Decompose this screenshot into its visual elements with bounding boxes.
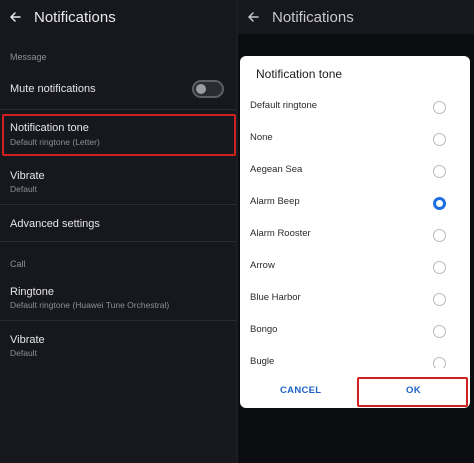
section-label-message: Message [10, 52, 47, 62]
mute-notifications-toggle[interactable] [192, 80, 224, 98]
ringtone-row[interactable]: Ringtone Default ringtone (Huawei Tune O… [0, 278, 236, 318]
app-bar: Notifications [0, 0, 236, 34]
tone-option-label: Default ringtone [250, 100, 318, 111]
advanced-settings-title: Advanced settings [10, 218, 100, 230]
radio-button[interactable] [433, 229, 446, 242]
tone-option[interactable]: Alarm Beep [240, 188, 470, 218]
tone-option-label: None [250, 132, 273, 143]
vibrate-value: Default [10, 184, 37, 194]
divider [0, 320, 236, 321]
radio-button[interactable] [433, 293, 446, 306]
ringtone-title: Ringtone [10, 286, 55, 298]
notification-tone-dialog: Notification tone Default ringtone None … [240, 56, 470, 408]
call-vibrate-value: Default [10, 348, 37, 358]
call-vibrate-title: Vibrate [10, 334, 45, 346]
tone-option-label: Alarm Rooster [250, 228, 311, 239]
divider [0, 109, 236, 110]
tone-option-label: Arrow [250, 260, 275, 271]
vibrate-title: Vibrate [10, 170, 45, 182]
ringtone-value: Default ringtone (Huawei Tune Orchestral… [10, 300, 170, 310]
tone-option-label: Alarm Beep [250, 196, 300, 207]
advanced-settings-row[interactable]: Advanced settings [0, 208, 236, 240]
tone-option[interactable]: Bugle [240, 348, 470, 368]
highlight-box-ok [357, 377, 468, 407]
notifications-screen-left: Notifications Message Mute notifications… [0, 0, 236, 463]
tone-option[interactable]: Blue Harbor [240, 284, 470, 314]
page-title: Notifications [34, 8, 116, 26]
radio-button[interactable] [433, 165, 446, 178]
tone-option[interactable]: Aegean Sea [240, 156, 470, 186]
back-arrow-icon[interactable] [246, 10, 260, 24]
call-vibrate-row[interactable]: Vibrate Default [0, 326, 236, 366]
divider [0, 204, 236, 205]
radio-button-selected[interactable] [433, 197, 446, 210]
radio-button[interactable] [433, 261, 446, 274]
dialog-title: Notification tone [256, 67, 343, 81]
mute-notifications-label: Mute notifications [10, 83, 96, 95]
app-bar: Notifications [238, 0, 474, 34]
tone-option[interactable]: Arrow [240, 252, 470, 282]
mute-notifications-row[interactable]: Mute notifications [0, 72, 236, 108]
radio-button[interactable] [433, 325, 446, 338]
tone-option-label: Blue Harbor [250, 292, 301, 303]
highlight-box-notification-tone [2, 114, 236, 156]
toggle-knob [196, 84, 206, 94]
tone-option-label: Bongo [250, 324, 278, 335]
divider [0, 241, 236, 242]
radio-button[interactable] [433, 133, 446, 146]
tone-option[interactable]: None [240, 124, 470, 154]
cancel-button[interactable]: CANCEL [280, 385, 321, 396]
page-title: Notifications [272, 8, 354, 26]
section-label-call: Call [10, 259, 26, 269]
tone-option[interactable]: Bongo [240, 316, 470, 346]
radio-button[interactable] [433, 101, 446, 114]
radio-button[interactable] [433, 357, 446, 368]
tone-option-label: Bugle [250, 356, 275, 367]
vibrate-row[interactable]: Vibrate Default [0, 162, 236, 202]
back-arrow-icon[interactable] [8, 10, 22, 24]
tone-option[interactable]: Alarm Rooster [240, 220, 470, 250]
tone-option[interactable]: Default ringtone [240, 92, 470, 122]
tone-option-label: Aegean Sea [250, 164, 303, 175]
